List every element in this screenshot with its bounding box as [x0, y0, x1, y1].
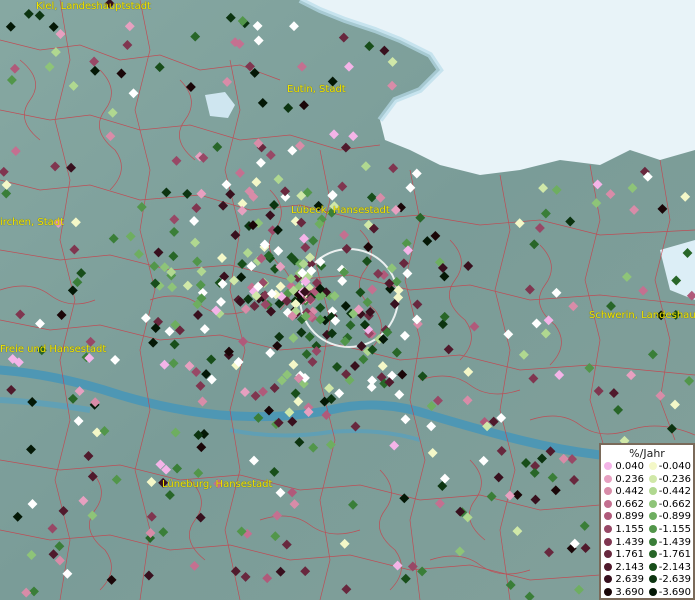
legend-row: 0.899 -0.899	[601, 510, 693, 523]
legend-swatch-negative	[649, 525, 657, 533]
legend-value-negative: -0.662	[658, 498, 691, 510]
legend-row: 1.761 -1.761	[601, 548, 693, 561]
legend-value-negative: -3.690	[658, 587, 691, 598]
legend-swatch-negative	[649, 487, 657, 496]
legend-row: 1.155 -1.155	[601, 523, 693, 536]
legend-swatch-negative	[649, 550, 657, 559]
legend-row: 3.690 -3.690	[601, 586, 693, 599]
legend-swatch-negative	[649, 499, 657, 508]
legend-swatch-positive	[604, 499, 612, 508]
legend-swatch-negative	[649, 575, 657, 584]
legend-value-positive: 1.439	[615, 536, 644, 548]
legend-row: 0.442 -0.442	[601, 485, 693, 498]
legend-value-positive: 0.899	[615, 511, 644, 523]
legend-swatch-negative	[649, 474, 657, 483]
legend-row: 0.040 -0.040	[601, 460, 693, 473]
map-legend: %/Jahr 0.040 -0.040 0.236 -0.236 0.442 -0.442…	[599, 443, 695, 600]
city-label-schwerin: Schwerin, Landeshaup	[589, 310, 695, 321]
legend-title: %/Jahr	[629, 447, 665, 460]
legend-row: 1.439 -1.439	[601, 536, 693, 549]
legend-row: 0.662 -0.662	[601, 498, 693, 511]
city-label-lueneburg: Lüneburg, Hansestadt	[162, 479, 273, 490]
city-label-kiel: Kiel, Landeshauptstadt	[36, 1, 151, 12]
legend-swatch-negative	[649, 588, 657, 596]
legend-value-negative: -0.040	[658, 461, 691, 472]
legend-swatch-negative	[649, 512, 657, 521]
legend-value-positive: 1.155	[615, 524, 644, 535]
legend-value-positive: 0.040	[615, 461, 644, 472]
city-label-hamburg: Freie und Hansestadt	[0, 344, 107, 355]
legend-swatch-positive	[604, 562, 612, 571]
legend-swatch-positive	[604, 550, 612, 559]
legend-value-negative: -0.236	[658, 473, 691, 485]
legend-swatch-negative	[649, 462, 657, 470]
legend-value-negative: -1.761	[658, 549, 691, 561]
legend-value-positive: 0.442	[615, 486, 644, 498]
legend-swatch-positive	[604, 525, 612, 533]
legend-value-negative: -1.439	[658, 536, 691, 548]
legend-value-positive: 2.639	[615, 574, 644, 586]
legend-value-negative: -2.639	[658, 574, 691, 586]
city-label-elmshorn: irchen, Stadt	[0, 217, 65, 228]
map-view[interactable]: Kiel, Landeshauptstadt Eutin, Stadt Lübe…	[0, 0, 695, 600]
legend-value-positive: 2.143	[615, 561, 644, 573]
legend-value-negative: -0.899	[658, 511, 691, 523]
city-label-eutin: Eutin, Stadt	[287, 84, 346, 95]
legend-swatch-positive	[604, 512, 612, 521]
legend-value-negative: -0.442	[658, 486, 691, 498]
legend-value-negative: -2.143	[658, 561, 691, 573]
legend-value-negative: -1.155	[658, 524, 691, 535]
legend-swatch-positive	[604, 588, 612, 596]
legend-value-positive: 0.662	[615, 498, 644, 510]
city-label-luebeck: Lübeck, Hansestadt	[291, 205, 390, 216]
legend-value-positive: 1.761	[615, 549, 644, 561]
legend-swatch-positive	[604, 474, 612, 483]
legend-swatch-negative	[649, 562, 657, 571]
legend-row: 2.143 -2.143	[601, 561, 693, 574]
map-canvas[interactable]	[0, 0, 695, 600]
legend-row: 0.236 -0.236	[601, 473, 693, 486]
legend-row: 2.639 -2.639	[601, 573, 693, 586]
legend-swatch-positive	[604, 462, 612, 470]
legend-value-positive: 3.690	[615, 587, 644, 598]
legend-value-positive: 0.236	[615, 473, 644, 485]
legend-swatch-positive	[604, 537, 612, 546]
legend-swatch-positive	[604, 487, 612, 496]
legend-swatch-positive	[604, 575, 612, 584]
legend-swatch-negative	[649, 537, 657, 546]
